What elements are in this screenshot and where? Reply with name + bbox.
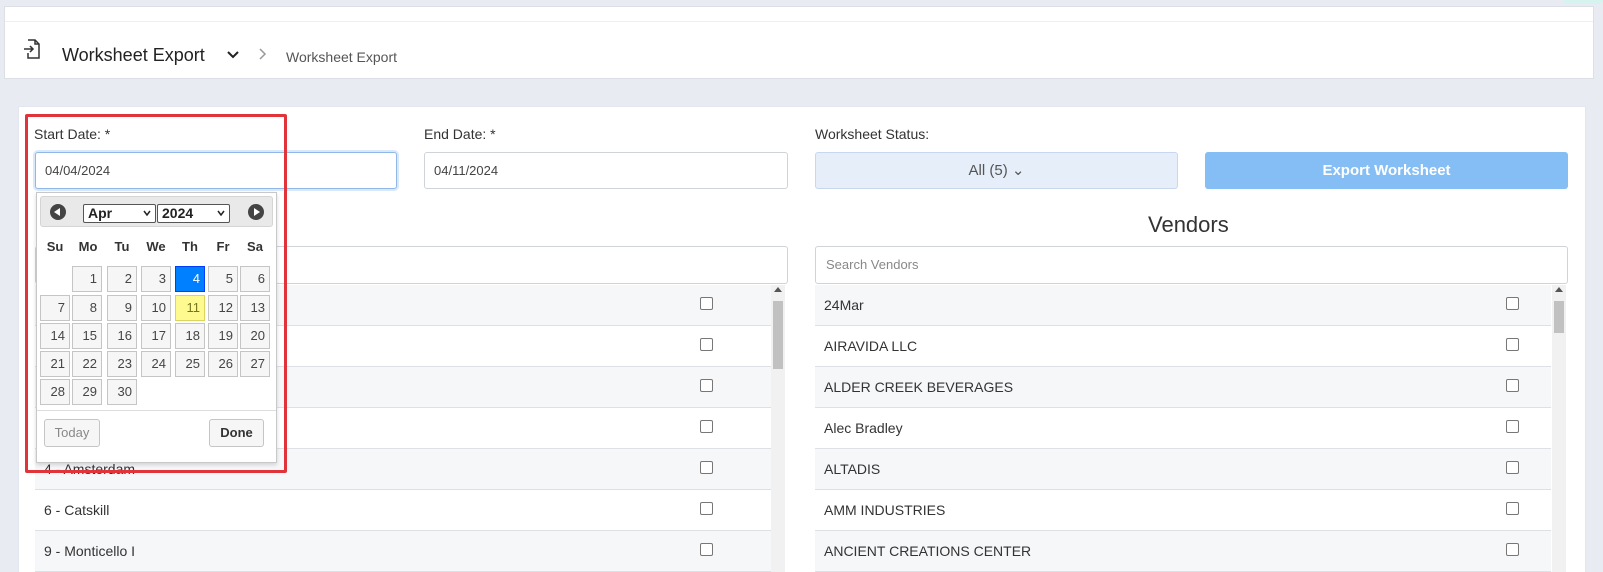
- vendor-checkbox[interactable]: [1506, 379, 1519, 392]
- list-item: ALTADIS: [815, 449, 1551, 490]
- list-item: AMM INDUSTRIES: [815, 490, 1551, 531]
- breadcrumb-separator-icon: [259, 48, 267, 60]
- store-checkbox[interactable]: [700, 420, 713, 433]
- breadcrumb[interactable]: Worksheet Export: [286, 49, 397, 65]
- vendors-search-input[interactable]: Search Vendors: [815, 246, 1568, 284]
- scrollbar-thumb[interactable]: [773, 301, 783, 369]
- vendors-list: 24Mar AIRAVIDA LLC ALDER CREEK BEVERAGES…: [815, 285, 1551, 572]
- store-checkbox[interactable]: [700, 297, 713, 310]
- worksheet-status-dropdown[interactable]: All (5) ⌄: [815, 152, 1178, 189]
- vendor-checkbox[interactable]: [1506, 297, 1519, 310]
- worksheet-status-label: Worksheet Status:: [815, 126, 930, 142]
- vendor-checkbox[interactable]: [1506, 543, 1519, 556]
- highlight-box: [25, 114, 287, 473]
- list-item: ALDER CREEK BEVERAGES: [815, 367, 1551, 408]
- vendors-scrollbar[interactable]: [1552, 285, 1566, 572]
- scroll-up-icon[interactable]: [774, 287, 782, 292]
- list-item: ANCIENT CREATIONS CENTER: [815, 531, 1551, 572]
- list-item: 9 - Monticello I: [35, 531, 772, 572]
- end-date-input[interactable]: 04/11/2024: [424, 152, 788, 189]
- header-divider: [5, 21, 1593, 22]
- store-checkbox[interactable]: [700, 461, 713, 474]
- vendor-checkbox[interactable]: [1506, 338, 1519, 351]
- list-item: 6 - Catskill: [35, 490, 772, 531]
- list-item: Alec Bradley: [815, 408, 1551, 449]
- export-page-icon: [24, 39, 40, 59]
- stores-scrollbar[interactable]: [771, 285, 785, 572]
- vendor-checkbox[interactable]: [1506, 420, 1519, 433]
- store-checkbox[interactable]: [700, 502, 713, 515]
- page-title: Worksheet Export: [62, 45, 205, 65]
- vendor-checkbox[interactable]: [1506, 461, 1519, 474]
- end-date-label: End Date: *: [424, 126, 496, 142]
- top-header: Worksheet Export Worksheet Export: [4, 6, 1594, 79]
- scrollbar-thumb[interactable]: [1554, 301, 1564, 333]
- store-checkbox[interactable]: [700, 379, 713, 392]
- list-item: AIRAVIDA LLC: [815, 326, 1551, 367]
- list-item: 24Mar: [815, 285, 1551, 326]
- store-checkbox[interactable]: [700, 338, 713, 351]
- export-worksheet-button[interactable]: Export Worksheet: [1205, 152, 1568, 189]
- chevron-down-icon[interactable]: [225, 46, 241, 62]
- vendor-checkbox[interactable]: [1506, 502, 1519, 515]
- scroll-up-icon[interactable]: [1555, 287, 1563, 292]
- vendors-title: Vendors: [1148, 212, 1229, 237]
- store-checkbox[interactable]: [700, 543, 713, 556]
- corner-decoration: [1563, 0, 1603, 4]
